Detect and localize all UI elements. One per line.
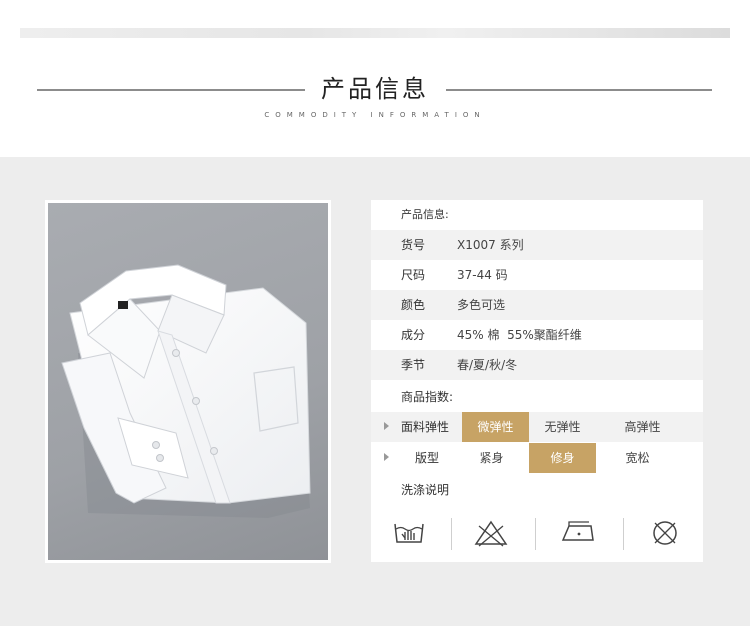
no-bleach-icon: [461, 516, 521, 548]
index-heading-row: 商品指数:: [371, 382, 703, 412]
spec-label: 成分: [401, 328, 426, 342]
white-shirt-image: [61, 264, 311, 518]
elasticity-option-none: 无弹性: [544, 420, 581, 434]
fit-label: 版型: [415, 451, 440, 465]
care-divider: [535, 518, 536, 550]
hand-wash-icon: [379, 516, 439, 548]
elasticity-option-high: 高弹性: [624, 420, 661, 434]
spec-value: 多色可选: [457, 298, 506, 312]
care-divider: [451, 518, 452, 550]
fit-option-tight: 紧身: [479, 451, 504, 465]
fit-row: 版型 紧身 修身 宽松: [371, 443, 703, 473]
spec-table: 产品信息: 货号 X1007 系列 尺码 37-44 码 颜色 多色可选 成分 …: [371, 200, 703, 562]
elasticity-option-slight: 微弹性: [462, 412, 529, 442]
section-title: 产品信息: [321, 75, 429, 103]
iron-icon: [549, 516, 609, 548]
care-heading: 洗涤说明: [401, 483, 450, 497]
spec-label: 货号: [401, 238, 426, 252]
spec-row-material: 成分 45% 棉 55%聚酯纤维: [371, 320, 703, 350]
spec-row-color: 颜色 多色可选: [371, 290, 703, 320]
elasticity-label: 面料弹性: [401, 420, 450, 434]
no-dry-clean-icon: [635, 516, 695, 548]
spec-row-item-no: 货号 X1007 系列: [371, 230, 703, 260]
spec-value: X1007 系列: [457, 238, 524, 252]
index-heading: 商品指数:: [401, 390, 454, 404]
spec-label: 尺码: [401, 268, 426, 282]
top-banner-strip: [20, 28, 730, 38]
fit-option-slim: 修身: [529, 443, 596, 473]
product-photo: [45, 200, 331, 563]
spec-value: 37-44 码: [457, 268, 508, 282]
care-divider: [623, 518, 624, 550]
section-subtitle: COMMODITY INFORMATION: [264, 111, 486, 119]
spec-row-size: 尺码 37-44 码: [371, 260, 703, 290]
spec-heading-row: 产品信息:: [371, 200, 703, 230]
triangle-right-icon: [384, 422, 389, 430]
care-heading-row: 洗涤说明: [371, 475, 703, 505]
spec-row-season: 季节 春/夏/秋/冬: [371, 350, 703, 380]
spec-label: 颜色: [401, 298, 426, 312]
spec-heading: 产品信息:: [401, 208, 449, 221]
spec-value: 春/夏/秋/冬: [457, 358, 518, 372]
spec-value: 45% 棉 55%聚酯纤维: [457, 328, 582, 342]
elasticity-row: 面料弹性 微弹性 无弹性 高弹性: [371, 412, 703, 442]
spec-label: 季节: [401, 358, 426, 372]
fit-option-loose: 宽松: [625, 451, 650, 465]
triangle-right-icon: [384, 453, 389, 461]
